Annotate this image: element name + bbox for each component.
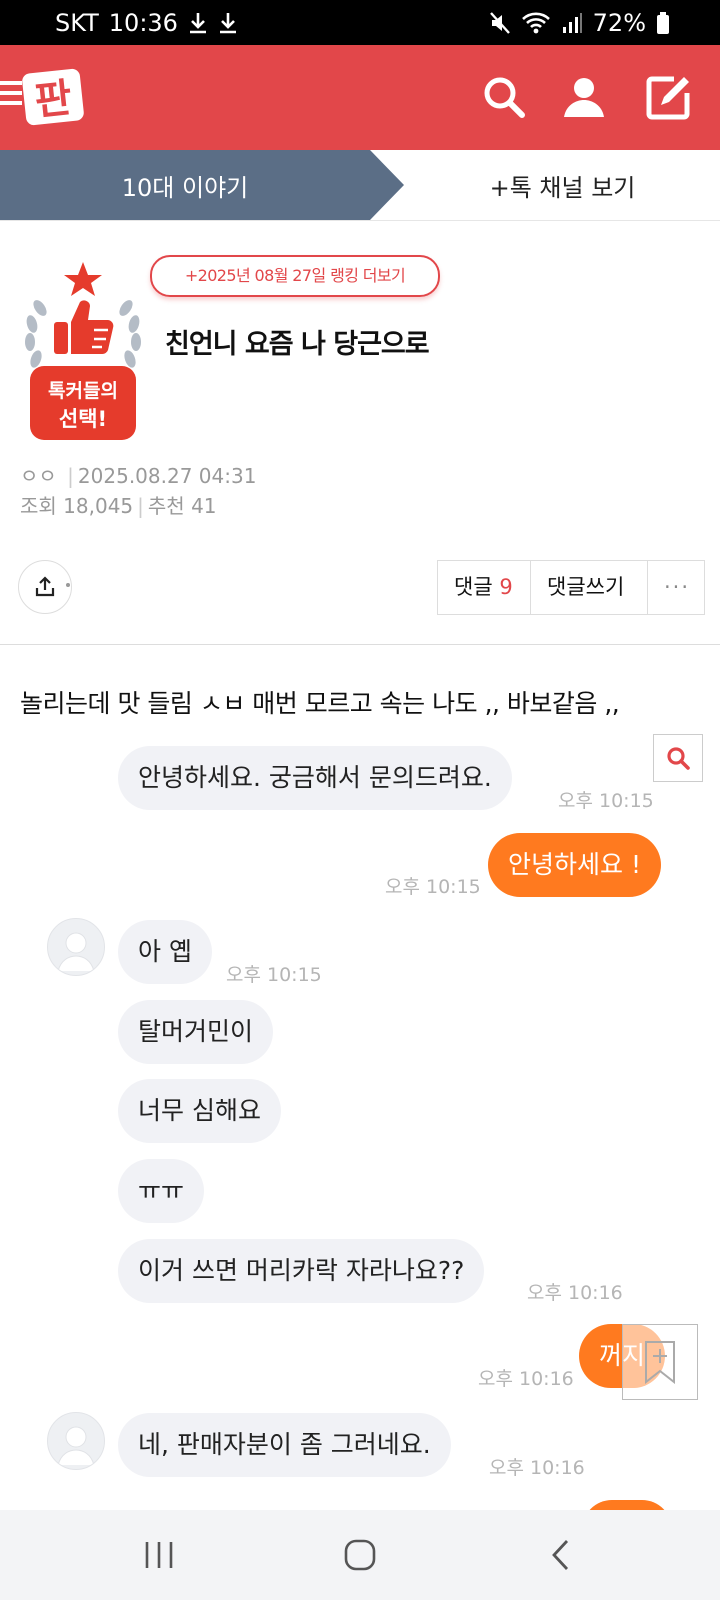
chat-bubble-incoming: 안녕하세요. 궁금해서 문의드려요. [118, 746, 512, 810]
chat-timestamp: 오후 10:16 [478, 1368, 574, 1390]
back-button[interactable] [536, 1530, 586, 1580]
logo-text: 판 [33, 75, 75, 125]
share-dot [66, 583, 70, 587]
post-datetime: 2025.08.27 04:31 [77, 464, 257, 488]
carrier: SKT [55, 9, 99, 37]
post-body: 놀리는데 맛 들림 ㅅㅂ 매번 모르고 속는 나도 ,, 바보같음 ,, [20, 689, 620, 718]
post-title: 친언니 요즘 나 당근으로 [165, 329, 430, 360]
chat-bubble-outgoing: 안녕하세요 ! [488, 833, 661, 897]
pann-logo[interactable]: 판 [0, 67, 88, 127]
chat-timestamp: 오후 10:16 [489, 1457, 585, 1479]
clock: 10:36 [108, 9, 178, 37]
image-search-button[interactable] [653, 734, 703, 782]
chat-bubble-incoming: 이거 쓰면 머리카락 자라나요?? [118, 1239, 485, 1303]
bookmark-add-icon [645, 1341, 675, 1384]
status-bar: SKT 10:36 72% [0, 0, 720, 45]
download-icon [219, 13, 236, 34]
chat-bubble-incoming: 아 옙 [118, 920, 212, 984]
search-icon [667, 747, 690, 770]
chat-timestamp: 오후 10:15 [226, 964, 322, 986]
recents-button[interactable] [134, 1530, 184, 1580]
channel-tab[interactable]: 10대 이야기 [0, 150, 405, 220]
default-avatar-icon [57, 932, 95, 972]
comments-button[interactable]: 댓글 9 [438, 561, 531, 614]
chat-timestamp: 오후 10:15 [558, 790, 654, 812]
more-button[interactable]: ··· [648, 561, 704, 614]
author-name[interactable]: ㅇㅇ [20, 464, 57, 488]
back-icon [552, 1540, 569, 1570]
channel-bar: 10대 이야기 +톡 채널 보기 [0, 150, 720, 221]
channel-tab-label: 10대 이야기 [121, 174, 249, 202]
badge-line1: 톡커들의 [48, 380, 118, 402]
comments-label: 댓글 [454, 575, 493, 599]
talkers-choice-badge: 톡커들의 선택! [25, 262, 141, 440]
bookmark-button[interactable] [622, 1324, 698, 1400]
divider [0, 644, 720, 645]
badge-line2: 선택! [59, 407, 107, 431]
post-meta-stats: 조회 18,045 | 추천 41 [20, 494, 217, 518]
post-meta-author: ㅇㅇ | 2025.08.27 04:31 [20, 464, 257, 488]
system-nav-bar [0, 1510, 720, 1600]
avatar [47, 1412, 105, 1470]
wifi-icon [521, 12, 550, 34]
default-avatar-icon [57, 1426, 95, 1466]
signal-icon [562, 13, 582, 33]
comment-count: 9 [499, 575, 513, 599]
chat-bubble-incoming: ㅠㅠ [118, 1159, 205, 1223]
user-icon[interactable] [560, 73, 608, 121]
search-icon[interactable] [480, 73, 528, 121]
views-count: 18,045 [63, 494, 134, 518]
app-header: 판 [0, 45, 720, 150]
star-icon [64, 262, 102, 296]
home-icon [344, 1539, 376, 1571]
battery-percent: 72% [592, 9, 646, 37]
mute-icon [489, 12, 510, 34]
battery-icon [657, 12, 669, 34]
chat-bubble-incoming: 네, 판매자분이 좀 그러네요. [118, 1413, 451, 1477]
thumbs-up-icon [54, 300, 114, 355]
share-icon [35, 576, 55, 597]
avatar [47, 918, 105, 976]
view-talk-channels-link[interactable]: +톡 채널 보기 [405, 168, 720, 203]
views-label: 조회 [20, 494, 57, 518]
write-comment-button[interactable]: 댓글쓰기 [531, 561, 648, 614]
chat-timestamp: 오후 10:15 [385, 876, 481, 898]
download-icon [189, 13, 206, 34]
likes-count: 41 [191, 494, 217, 518]
recents-icon [145, 1542, 173, 1568]
share-button[interactable] [18, 560, 72, 614]
comment-actions: 댓글 9 댓글쓰기 ··· [437, 560, 705, 615]
likes-label: 추천 [147, 494, 185, 518]
chat-bubble-incoming: 너무 심해요 [118, 1079, 281, 1143]
chat-timestamp: 오후 10:16 [527, 1282, 623, 1304]
edit-icon[interactable] [644, 73, 692, 121]
menu-icon [0, 81, 22, 105]
home-button[interactable] [335, 1530, 385, 1580]
ranking-link[interactable]: +2025년 08월 27일 랭킹 더보기 [150, 255, 440, 297]
chat-bubble-incoming: 탈머거민이 [118, 1000, 274, 1064]
